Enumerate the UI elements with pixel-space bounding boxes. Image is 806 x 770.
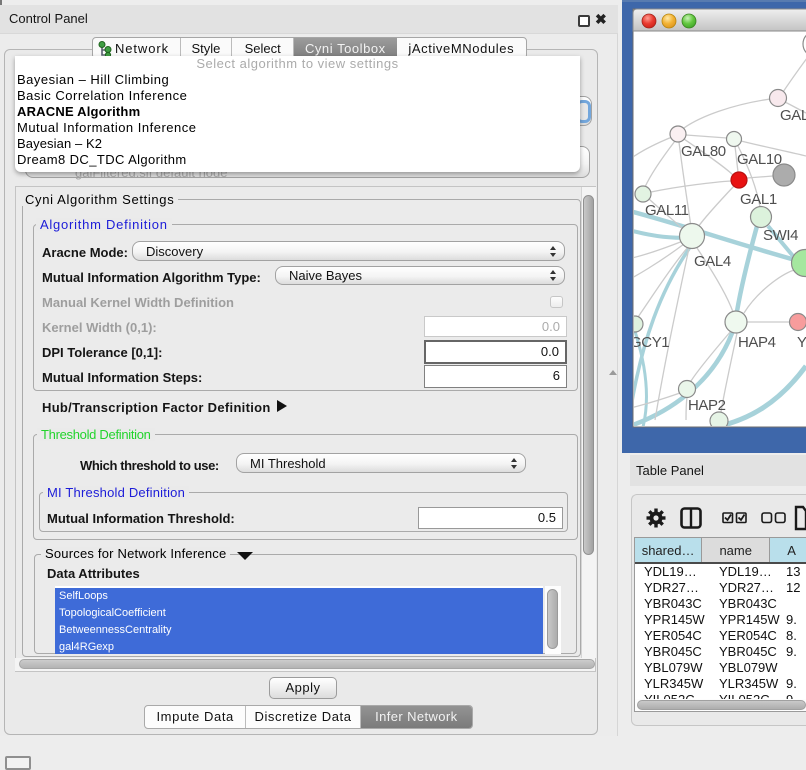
svg-text:GCY1: GCY1 xyxy=(630,334,669,351)
svg-text:GAL11: GAL11 xyxy=(645,202,689,219)
svg-text:GAL1: GAL1 xyxy=(740,191,777,208)
svg-text:Y: Y xyxy=(797,334,806,351)
svg-text:GAL4: GAL4 xyxy=(694,253,731,270)
svg-text:GAL8: GAL8 xyxy=(780,107,806,124)
svg-text:GAL10: GAL10 xyxy=(737,151,782,168)
svg-text:SWI4: SWI4 xyxy=(763,227,798,244)
svg-text:HAP4: HAP4 xyxy=(738,334,776,351)
svg-text:HAP2: HAP2 xyxy=(688,397,726,414)
svg-text:GAL80: GAL80 xyxy=(681,143,726,160)
